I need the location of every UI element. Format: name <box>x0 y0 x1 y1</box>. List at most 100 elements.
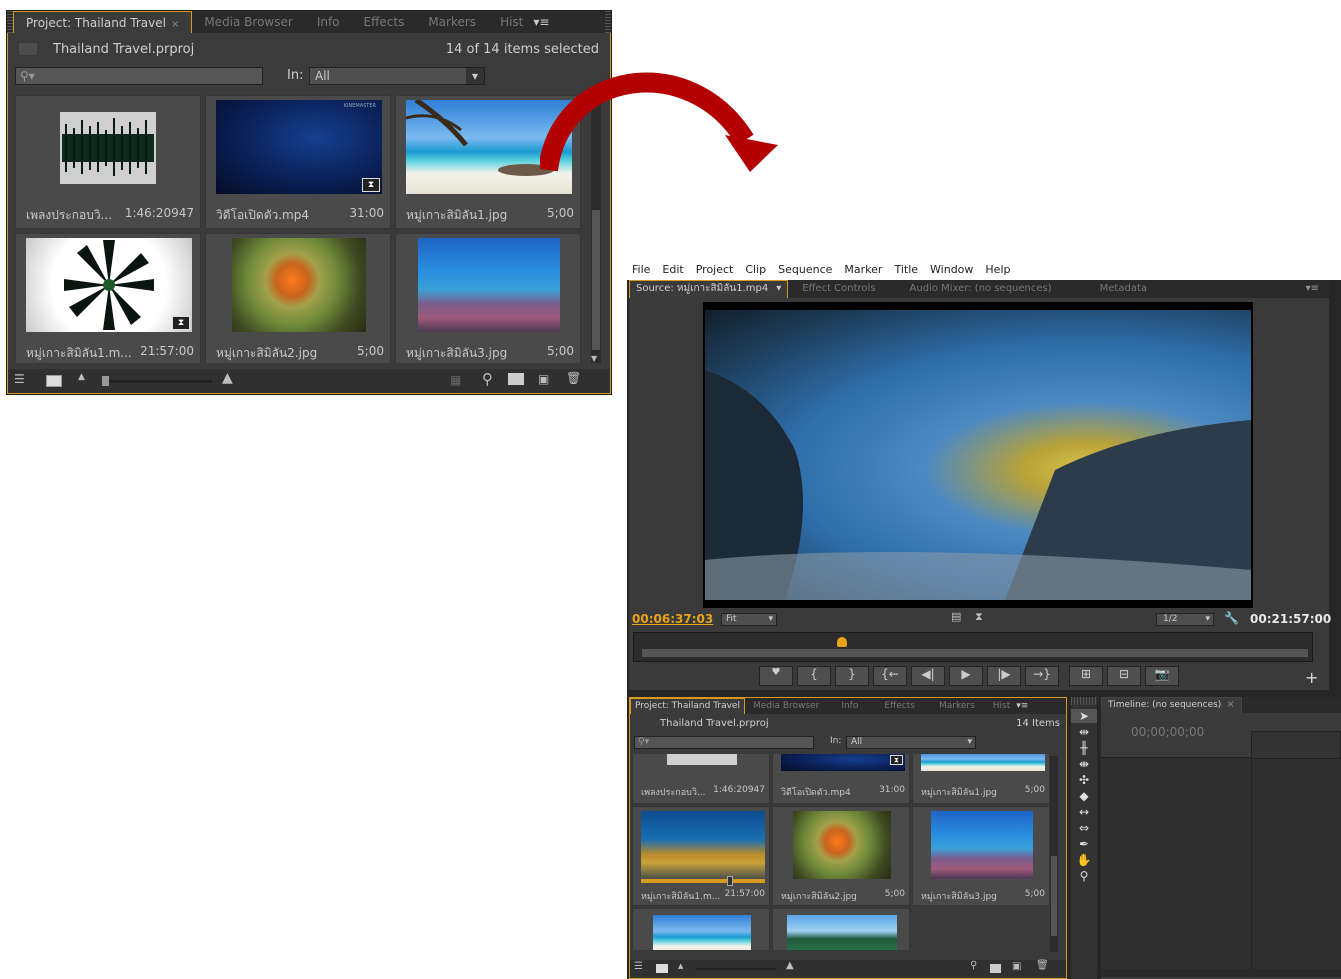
wrench-icon[interactable]: 🔧 <box>1224 611 1239 625</box>
project-item[interactable] <box>772 908 910 950</box>
search-input[interactable]: ⚲▾ <box>15 67 263 85</box>
tab-effects[interactable]: Effects <box>872 698 927 714</box>
tab-project[interactable]: Project: Thailand Travel <box>630 698 745 714</box>
add-button-icon[interactable]: + <box>1305 668 1318 687</box>
rate-stretch-tool-icon[interactable]: ✣ <box>1071 773 1097 787</box>
close-icon[interactable]: × <box>171 19 179 30</box>
automate-icon[interactable]: ▦ <box>450 373 461 387</box>
tab-media-browser[interactable]: Media Browser <box>192 11 304 33</box>
fit-dropdown[interactable]: Fit ▾ <box>721 613 777 626</box>
close-icon[interactable]: × <box>1226 699 1234 710</box>
go-to-in-button[interactable]: {← <box>873 666 907 686</box>
project-item[interactable]: หมู่เกาะสิมิลัน2.jpg 5;00 <box>205 233 391 363</box>
track-select-tool-icon[interactable]: ⇹ <box>1071 725 1097 739</box>
tab-project[interactable]: Project: Thailand Travel × <box>13 11 193 33</box>
zoom-out-icon[interactable]: ▲ <box>678 962 683 970</box>
tab-timeline[interactable]: Timeline: (no sequences) × <box>1101 697 1242 713</box>
timeline-scrollbar[interactable] <box>1101 969 1341 977</box>
menu-window[interactable]: Window <box>930 263 973 276</box>
tab-info[interactable]: Info <box>827 698 872 714</box>
icon-view-icon[interactable] <box>656 964 668 973</box>
menu-sequence[interactable]: Sequence <box>778 263 832 276</box>
tab-history[interactable]: Hist <box>488 11 527 33</box>
tab-metadata[interactable]: Metadata <box>1072 280 1175 298</box>
playhead-marker[interactable] <box>836 637 847 647</box>
find-icon[interactable]: ⚲ <box>482 370 493 388</box>
menu-marker[interactable]: Marker <box>844 263 882 276</box>
tab-effects[interactable]: Effects <box>352 11 417 33</box>
tab-markers[interactable]: Markers <box>416 11 488 33</box>
resolution-dropdown[interactable]: 1/2 ▾ <box>1156 613 1214 626</box>
project-item[interactable]: ⧗ วิดีโอเปิดตัว.mp4 31:00 <box>772 754 910 804</box>
step-forward-button[interactable]: |▶ <box>987 666 1021 686</box>
project-item[interactable]: หมู่เกาะสิมิลัน1.jpg 5;00 <box>912 754 1050 804</box>
tab-effect-controls[interactable]: Effect Controls <box>788 280 889 298</box>
in-dropdown[interactable]: All ▾ <box>309 67 485 85</box>
search-input[interactable]: ⚲▾ <box>634 736 814 749</box>
new-bin-icon[interactable] <box>508 373 524 385</box>
project-item[interactable]: หมู่เกาะสิมิลัน1.m... 21:57:00 <box>632 806 770 906</box>
zoom-slider[interactable] <box>696 968 776 970</box>
export-frame-button[interactable]: 📷 <box>1145 666 1179 686</box>
chevron-down-icon[interactable]: ▾ <box>776 283 781 294</box>
new-item-icon[interactable]: ▣ <box>538 372 549 386</box>
pen-tool-icon[interactable]: ✒ <box>1071 837 1097 851</box>
drag-audio-icon[interactable]: ⧗ <box>975 610 983 624</box>
vertical-scrollbar[interactable] <box>1050 756 1058 952</box>
drag-video-icon[interactable]: ▤ <box>951 610 961 623</box>
scrub-bar[interactable] <box>641 876 765 886</box>
menu-project[interactable]: Project <box>696 263 734 276</box>
project-item[interactable]: หมู่เกาะสิมิลัน2.jpg 5;00 <box>772 806 910 906</box>
time-ruler[interactable] <box>633 632 1313 662</box>
trash-icon[interactable]: 🗑 <box>566 371 581 385</box>
timecode-in[interactable]: 00:06:37:03 <box>632 612 713 626</box>
panel-menu-icon[interactable]: ▾≡ <box>1016 698 1028 714</box>
project-item[interactable] <box>632 908 770 950</box>
zoom-in-icon[interactable]: ▲ <box>222 370 233 386</box>
in-dropdown[interactable]: All ▾ <box>846 736 976 749</box>
tab-audio-mixer[interactable]: Audio Mixer: (no sequences) <box>890 280 1072 298</box>
play-button[interactable]: ▶ <box>949 666 983 686</box>
slide-tool-icon[interactable]: ⇔ <box>1071 821 1097 835</box>
panel-menu-icon[interactable]: ▾≡ <box>1306 280 1319 298</box>
list-view-icon[interactable]: ☰ <box>14 372 25 386</box>
razor-tool-icon[interactable]: ◆ <box>1071 789 1097 803</box>
tab-markers[interactable]: Markers <box>927 698 987 714</box>
menu-edit[interactable]: Edit <box>662 263 683 276</box>
zoom-slider[interactable] <box>102 380 212 383</box>
tab-media-browser[interactable]: Media Browser <box>745 698 827 714</box>
zoom-tool-icon[interactable]: ⚲ <box>1071 869 1097 883</box>
new-bin-icon[interactable] <box>990 964 1001 973</box>
mark-out-button[interactable]: } <box>835 666 869 686</box>
tab-info[interactable]: Info <box>305 11 352 33</box>
new-item-icon[interactable]: ▣ <box>1012 961 1021 972</box>
project-item[interactable]: เพลงประกอบวิ... 1:46:20947 <box>15 95 201 229</box>
add-marker-button[interactable]: ♥ <box>759 666 793 686</box>
project-item[interactable]: เพลงประกอบวิ... 1:46:20947 <box>632 754 770 804</box>
mark-in-button[interactable]: { <box>797 666 831 686</box>
rolling-edit-tool-icon[interactable]: ⇼ <box>1071 757 1097 771</box>
menu-file[interactable]: File <box>632 263 650 276</box>
zoom-out-icon[interactable]: ▲ <box>78 372 85 382</box>
project-item[interactable]: KINEMASTER ⧗ วิดีโอเปิดตัว.mp4 31:00 <box>205 95 391 229</box>
step-back-button[interactable]: ◀| <box>911 666 945 686</box>
icon-view-icon[interactable] <box>46 375 62 387</box>
panel-menu-icon[interactable]: ▾≡ <box>527 11 555 33</box>
project-item[interactable]: หมู่เกาะสิมิลัน3.jpg 5;00 <box>912 806 1050 906</box>
menu-help[interactable]: Help <box>985 263 1010 276</box>
hand-tool-icon[interactable]: ✋ <box>1071 853 1097 867</box>
list-view-icon[interactable]: ☰ <box>634 961 643 972</box>
zoom-in-icon[interactable]: ▲ <box>786 960 794 971</box>
insert-button[interactable]: ⊞ <box>1069 666 1103 686</box>
find-icon[interactable]: ⚲ <box>970 960 977 971</box>
ripple-edit-tool-icon[interactable]: ╫ <box>1071 741 1097 755</box>
overwrite-button[interactable]: ⊟ <box>1107 666 1141 686</box>
zoom-slider-handle[interactable] <box>102 376 109 386</box>
tab-source[interactable]: Source: หมู่เกาะสิมิลัน1.mp4 ▾ <box>629 280 789 298</box>
menu-clip[interactable]: Clip <box>745 263 766 276</box>
slip-tool-icon[interactable]: ↔ <box>1071 805 1097 819</box>
selection-tool-icon[interactable]: ➤ <box>1071 709 1097 723</box>
tab-history[interactable]: Hist <box>987 698 1017 714</box>
go-to-out-button[interactable]: →} <box>1025 666 1059 686</box>
project-item[interactable]: หมู่เกาะสิมิลัน3.jpg 5;00 <box>395 233 581 363</box>
